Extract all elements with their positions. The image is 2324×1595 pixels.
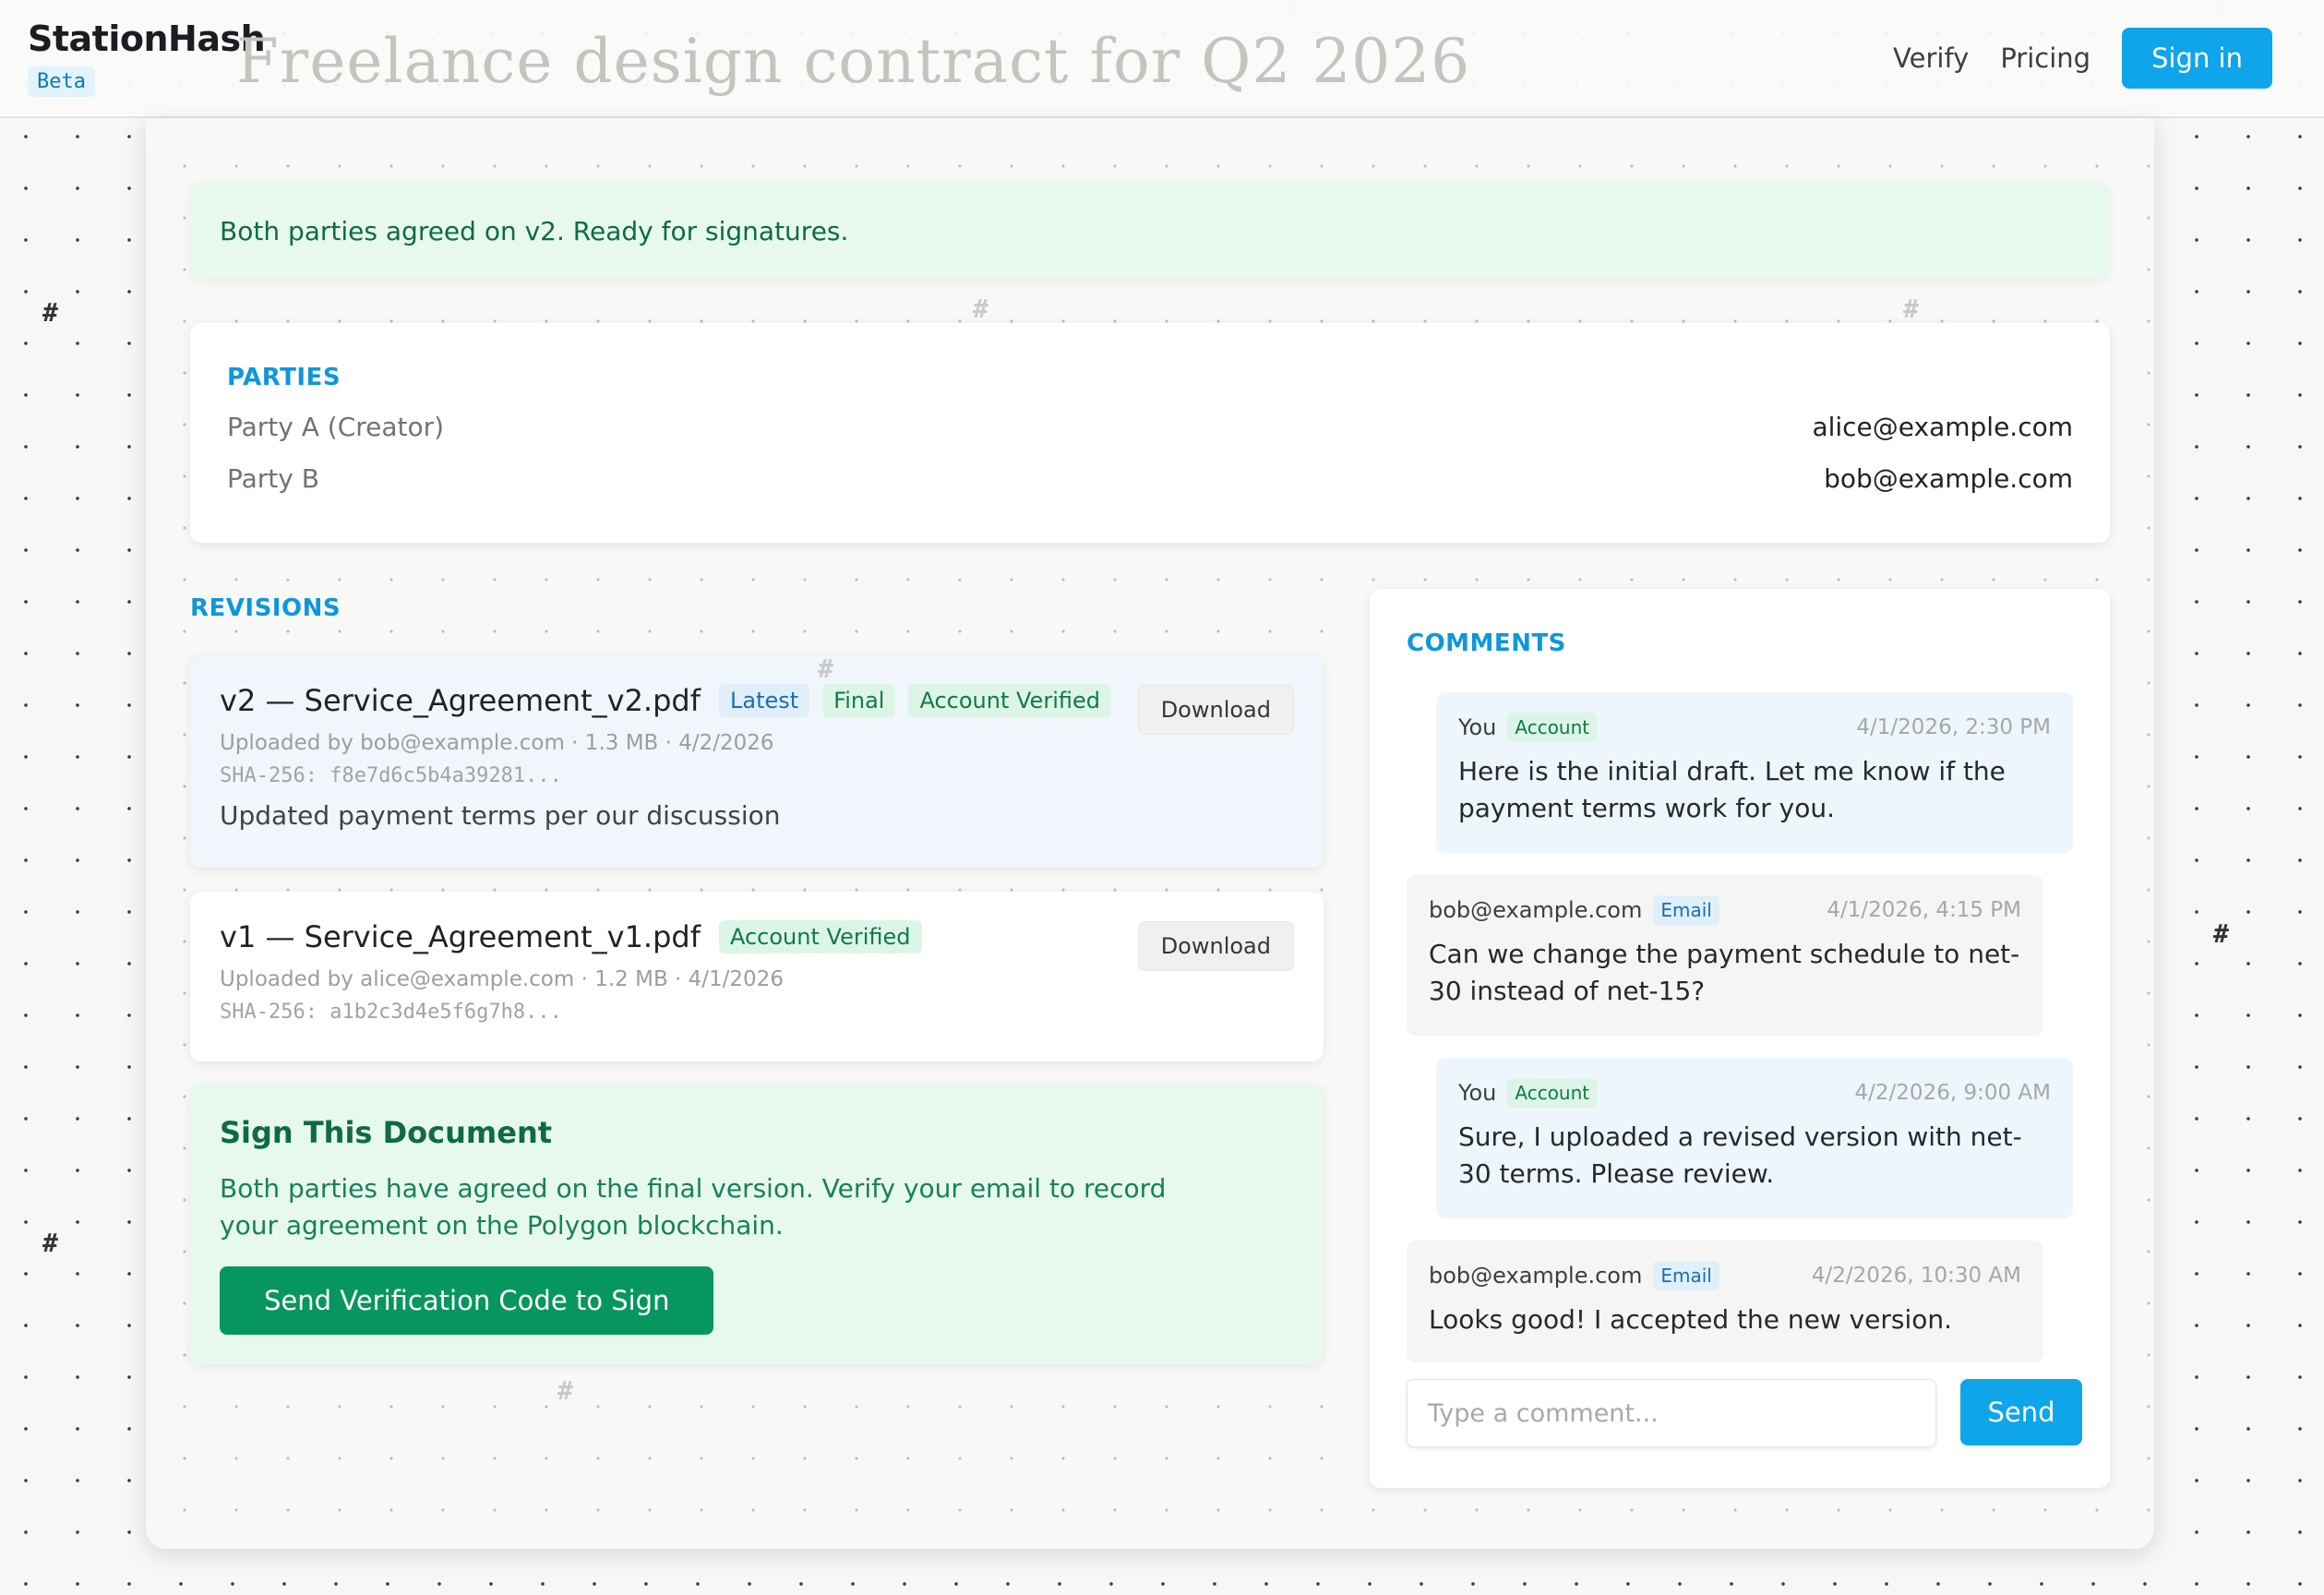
nav-pricing-link[interactable]: Pricing bbox=[2000, 42, 2090, 74]
revision-card-v1: v1 — Service_Agreement_v1.pdf Account Ve… bbox=[190, 892, 1324, 1061]
sign-title: Sign This Document bbox=[220, 1115, 553, 1150]
account-verified-badge: Account Verified bbox=[908, 684, 1111, 717]
hash-decoration: # bbox=[818, 654, 833, 684]
revision-header: v2 — Service_Agreement_v2.pdf Latest Fin… bbox=[220, 683, 1294, 718]
comment-timestamp: 4/2/2026, 9:00 AM bbox=[1854, 1081, 2051, 1105]
send-comment-button[interactable]: Send bbox=[1960, 1379, 2082, 1445]
comment-author: You bbox=[1458, 714, 1497, 740]
revision-hash: SHA-256: f8e7d6c5b4a39281... bbox=[220, 764, 562, 787]
top-navigation-bar: StationHash Beta Freelance design contra… bbox=[0, 0, 2324, 118]
comment-text: Can we change the payment schedule to ne… bbox=[1429, 939, 2020, 1006]
revision-header: v1 — Service_Agreement_v1.pdf Account Ve… bbox=[220, 919, 1294, 954]
revision-file-name: v2 — Service_Agreement_v2.pdf bbox=[220, 683, 701, 718]
download-button[interactable]: Download bbox=[1137, 921, 1294, 971]
document-title: Freelance design contract for Q2 2026 bbox=[236, 26, 1471, 97]
party-row: Party A (Creator) alice@example.com bbox=[227, 412, 2073, 443]
sign-in-button[interactable]: Sign in bbox=[2122, 28, 2272, 89]
parties-card: PARTIES Party A (Creator) alice@example.… bbox=[190, 323, 2110, 543]
status-banner-text: Both parties agreed on v2. Ready for sig… bbox=[220, 215, 849, 246]
party-row: Party B bob@example.com bbox=[227, 463, 2073, 495]
account-verified-badge: Account Verified bbox=[718, 920, 922, 953]
revisions-heading: REVISIONS bbox=[190, 594, 341, 622]
email-badge: Email bbox=[1653, 1261, 1719, 1290]
party-email: bob@example.com bbox=[1824, 463, 2073, 494]
comment-timestamp: 4/1/2026, 4:15 PM bbox=[1827, 898, 2021, 922]
party-email: alice@example.com bbox=[1812, 412, 2073, 442]
comments-panel: COMMENTS You Account 4/1/2026, 2:30 PM H… bbox=[1370, 589, 2110, 1488]
party-label: Party A (Creator) bbox=[227, 412, 445, 442]
revision-file-name: v1 — Service_Agreement_v1.pdf bbox=[220, 919, 701, 954]
comment-item: You Account 4/1/2026, 2:30 PM Here is th… bbox=[1436, 692, 2073, 853]
comment-item: bob@example.com Email 4/1/2026, 4:15 PM … bbox=[1407, 875, 2043, 1036]
status-banner: Both parties agreed on v2. Ready for sig… bbox=[190, 183, 2110, 279]
hash-decoration: # bbox=[557, 1375, 573, 1406]
comment-timestamp: 4/2/2026, 10:30 AM bbox=[1811, 1264, 2021, 1288]
comment-text: Looks good! I accepted the new version. bbox=[1429, 1304, 1953, 1335]
revision-note: Updated payment terms per our discussion bbox=[220, 800, 781, 831]
sign-description: Both parties have agreed on the final ve… bbox=[220, 1173, 1167, 1241]
revision-card-v2: v2 — Service_Agreement_v2.pdf Latest Fin… bbox=[190, 655, 1324, 868]
hash-decoration: # bbox=[973, 294, 988, 324]
hash-decoration: # bbox=[42, 1228, 58, 1258]
document-panel: # # # # Both parties agreed on v2. Ready… bbox=[146, 118, 2154, 1549]
hash-decoration: # bbox=[1903, 294, 1919, 324]
comment-timestamp: 4/1/2026, 2:30 PM bbox=[1856, 715, 2051, 739]
comment-input[interactable] bbox=[1407, 1379, 1936, 1447]
latest-badge: Latest bbox=[718, 684, 810, 717]
beta-badge: Beta bbox=[28, 66, 95, 97]
download-button[interactable]: Download bbox=[1137, 685, 1294, 735]
sign-document-card: Sign This Document Both parties have agr… bbox=[190, 1084, 1324, 1364]
comment-item: bob@example.com Email 4/2/2026, 10:30 AM… bbox=[1407, 1241, 2043, 1362]
parties-heading: PARTIES bbox=[227, 364, 341, 391]
account-badge: Account bbox=[1507, 1078, 1598, 1108]
comment-text: Sure, I uploaded a revised version with … bbox=[1458, 1121, 2022, 1189]
hash-decoration: # bbox=[2213, 918, 2229, 949]
send-verification-code-button[interactable]: Send Verification Code to Sign bbox=[220, 1266, 714, 1335]
email-badge: Email bbox=[1653, 895, 1719, 925]
comment-author: bob@example.com bbox=[1429, 1263, 1643, 1289]
comment-item: You Account 4/2/2026, 9:00 AM Sure, I up… bbox=[1436, 1058, 2073, 1218]
hash-decoration: # bbox=[42, 297, 58, 328]
comment-author: You bbox=[1458, 1080, 1497, 1106]
comment-author: bob@example.com bbox=[1429, 897, 1643, 923]
party-label: Party B bbox=[227, 463, 319, 494]
brand-logo[interactable]: StationHash bbox=[28, 18, 266, 59]
final-badge: Final bbox=[822, 684, 896, 717]
comments-heading: COMMENTS bbox=[1407, 630, 1566, 657]
nav-verify-link[interactable]: Verify bbox=[1893, 42, 1969, 74]
account-badge: Account bbox=[1507, 713, 1598, 742]
revision-meta: Uploaded by bob@example.com · 1.3 MB · 4… bbox=[220, 731, 774, 755]
top-nav: Verify Pricing Sign in bbox=[1893, 28, 2272, 89]
comment-text: Here is the initial draft. Let me know i… bbox=[1458, 756, 2006, 823]
revision-hash: SHA-256: a1b2c3d4e5f6g7h8... bbox=[220, 1001, 562, 1024]
revision-meta: Uploaded by alice@example.com · 1.2 MB ·… bbox=[220, 967, 784, 991]
